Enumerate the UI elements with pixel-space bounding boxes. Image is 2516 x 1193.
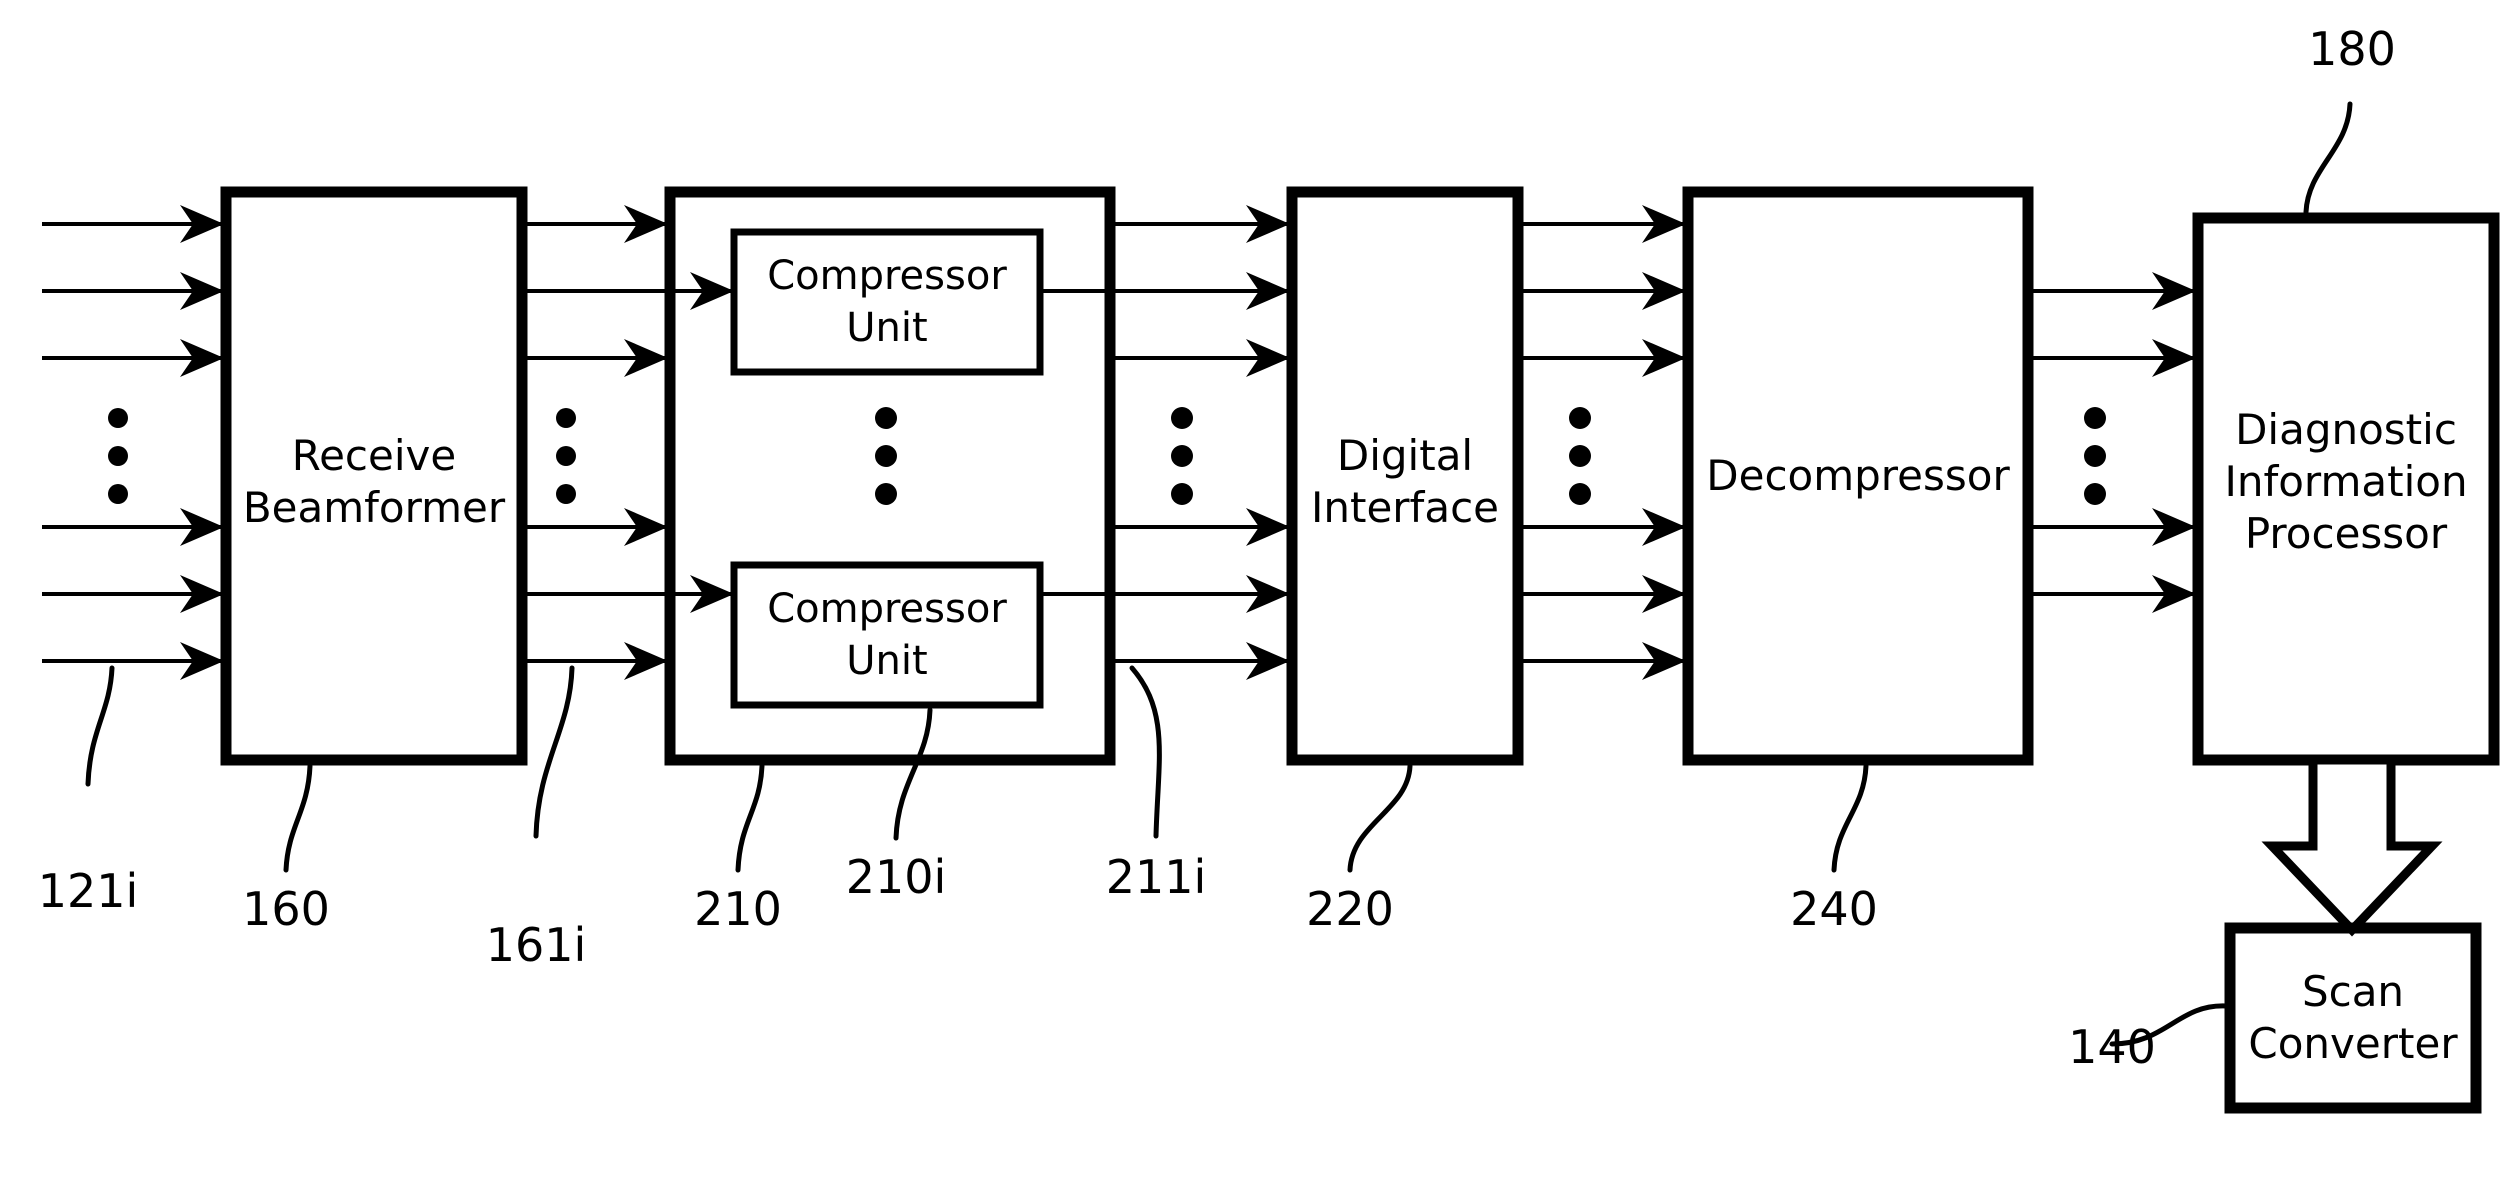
label-line: Diagnostic [2235,405,2457,454]
label-line: Receive [291,431,457,480]
label-line: Decompressor [1706,451,2010,500]
label-scan-converter: Scan Converter [2222,966,2484,1070]
refnum-211i: 211i [1105,850,1207,904]
refnum-121i: 121i [37,864,139,918]
refnum-160: 160 [242,882,330,936]
refnum-180: 180 [2308,22,2396,76]
vertical-ellipsis-compressor-group [875,407,897,505]
label-line: Interface [1310,483,1500,532]
refnum-161i: 161i [485,918,587,972]
refnum-210i: 210i [845,850,947,904]
label-line: Compressor [767,253,1007,299]
vertical-ellipsis-decompressor-out [2084,407,2106,505]
vertical-ellipsis-211i [1171,407,1193,505]
block-diagram-svg [0,0,2516,1193]
label-line: Scan [2301,967,2405,1016]
label-decompressor: Decompressor [1688,450,2028,502]
label-compressor-unit-top: Compressor Unit [734,250,1040,354]
refnum-210: 210 [694,882,782,936]
label-line: Unit [846,305,928,351]
label-digital-interface: Digital Interface [1284,430,1526,534]
label-line: Compressor [767,586,1007,632]
refnum-240: 240 [1790,882,1878,936]
refnum-220: 220 [1306,882,1394,936]
label-compressor-unit-bottom: Compressor Unit [734,583,1040,687]
label-line: Unit [846,638,928,684]
label-line: Processor [2244,509,2448,558]
figure-canvas: Receive Beamformer Compressor Unit Compr… [0,0,2516,1193]
label-line: Converter [2248,1019,2458,1068]
label-line: Digital [1336,431,1474,480]
label-receive-beamformer: Receive Beamformer [226,430,522,534]
vertical-ellipsis-digital-interface-out [1569,407,1591,505]
label-line: Information [2224,457,2468,506]
refnum-140: 140 [2068,1020,2156,1074]
label-line: Beamformer [242,483,506,532]
vertical-ellipsis-161i [556,408,576,504]
vertical-ellipsis-inputs [108,408,128,504]
label-diagnostic-information-processor: Diagnostic Information Processor [2198,404,2494,560]
